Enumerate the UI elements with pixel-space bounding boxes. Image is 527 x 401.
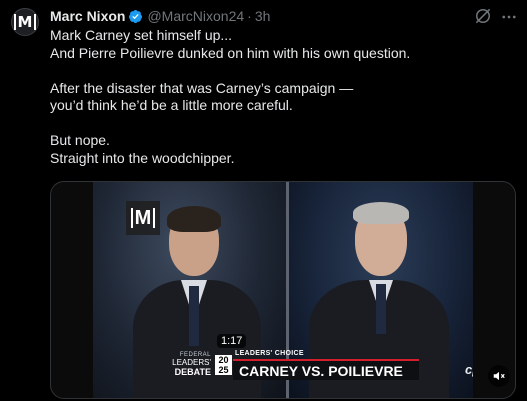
author-name[interactable]: Marc Nixon bbox=[50, 8, 125, 24]
grok-icon[interactable] bbox=[473, 6, 493, 26]
network-logo: cpac bbox=[465, 362, 473, 377]
video-duration: 1:17 bbox=[217, 334, 247, 348]
banner-kicker: LEADERS' CHOICE bbox=[235, 350, 304, 357]
avatar[interactable]: M bbox=[11, 8, 39, 36]
tweet-paragraph: Mark Carney set himself up... And Pierre… bbox=[50, 27, 411, 61]
more-icon[interactable] bbox=[500, 8, 518, 26]
avatar-logo: M bbox=[13, 14, 37, 30]
tweet-header: Marc Nixon @MarcNixon24 · 3h bbox=[50, 7, 270, 25]
tweet-paragraph: But nope. Straight into the woodchipper. bbox=[50, 132, 235, 166]
debate-lower-third: FEDERAL LEADERS' DEBATE 20 25 LEADERS' C… bbox=[149, 350, 473, 380]
debate-year-badge: 20 25 bbox=[215, 355, 232, 375]
debate-logo: FEDERAL LEADERS' DEBATE bbox=[149, 352, 211, 380]
speaker-muted-icon[interactable] bbox=[488, 365, 510, 387]
verified-badge-icon bbox=[129, 9, 143, 23]
author-handle[interactable]: @MarcNixon24 bbox=[147, 8, 244, 24]
debate-logo-line3: DEBATE bbox=[174, 367, 211, 377]
tweet-paragraph: After the disaster that was Carney’s cam… bbox=[50, 79, 354, 114]
channel-watermark: M bbox=[126, 201, 160, 235]
debate-logo-line2: LEADERS' bbox=[172, 358, 211, 367]
timestamp[interactable]: 3h bbox=[255, 8, 271, 24]
mute-glyph-icon bbox=[493, 371, 505, 381]
separator-dot: · bbox=[247, 8, 252, 24]
tweet-text: Mark Carney set himself up... And Pierre… bbox=[50, 27, 510, 167]
video-player[interactable]: M 1:17 FEDERAL LEADERS' DEBATE 20 25 LEA… bbox=[50, 181, 516, 399]
video-frame[interactable]: M 1:17 FEDERAL LEADERS' DEBATE 20 25 LEA… bbox=[93, 182, 473, 398]
headline-banner: CARNEY VS. POILIEVRE bbox=[233, 359, 419, 380]
banner-headline: CARNEY VS. POILIEVRE bbox=[239, 363, 403, 379]
watermark-logo: M bbox=[130, 208, 156, 228]
